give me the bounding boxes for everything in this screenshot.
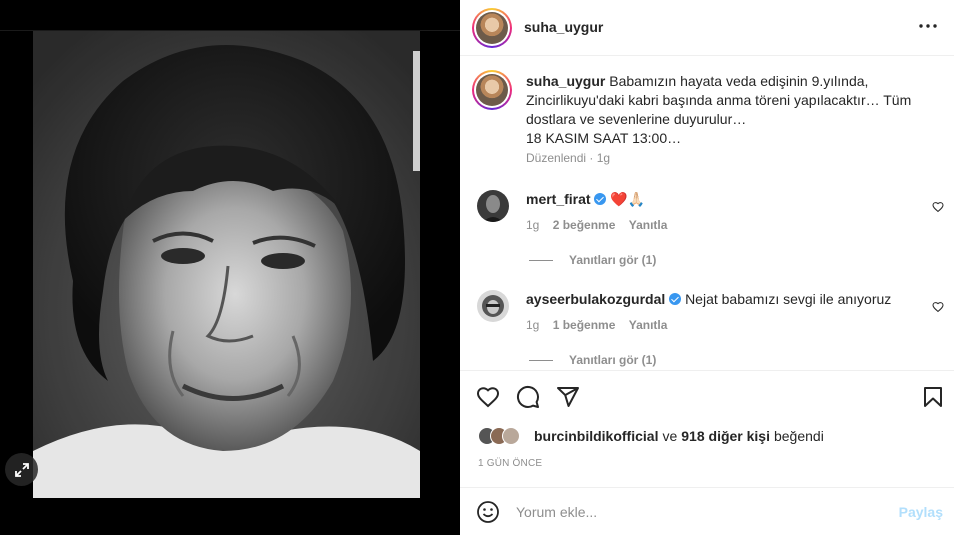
likes-suffix: beğendi — [773, 428, 824, 444]
view-replies-label: Yanıtları gör (1) — [569, 353, 657, 367]
comment-text: ❤️🙏🏻 — [610, 191, 646, 207]
post-comment-button[interactable]: Paylaş — [899, 504, 943, 520]
expand-button[interactable] — [5, 453, 38, 486]
likes-summary[interactable]: burcinbildikofficial ve 918 diğer kişi b… — [478, 427, 824, 445]
portrait-image — [33, 31, 420, 498]
comment-time[interactable]: 1g — [526, 318, 539, 332]
comment-likes[interactable]: 1 beğenme — [553, 318, 616, 332]
edited-label: Düzenlendi — [526, 151, 587, 165]
more-options-button[interactable] — [916, 14, 940, 38]
replies-divider — [529, 359, 553, 361]
add-comment-bar: Paylaş — [460, 487, 954, 535]
comment-item: mert_firat ❤️🙏🏻 — [526, 190, 645, 209]
liker-username[interactable]: burcinbildikofficial — [534, 428, 658, 444]
share-send-icon[interactable] — [556, 385, 580, 409]
post-timestamp[interactable]: 1 GÜN ÖNCE — [478, 458, 542, 469]
view-replies-button[interactable]: Yanıtları gör (1) — [529, 353, 656, 367]
comment-avatar[interactable] — [477, 190, 509, 222]
post-actions: burcinbildikofficial ve 918 diğer kişi b… — [460, 370, 954, 486]
like-heart-icon[interactable] — [476, 385, 500, 409]
caption-text-2: 18 KASIM SAAT 13:00… — [526, 130, 682, 146]
comment-item: ayseerbulakozgurdal Nejat babamızı sevgi… — [526, 290, 891, 309]
likes-connector: ve — [662, 428, 678, 444]
like-comment-heart-icon[interactable] — [932, 201, 944, 213]
comment-avatar[interactable] — [477, 290, 509, 322]
post-header: suha_uygur — [460, 0, 954, 56]
comment-input[interactable] — [516, 500, 886, 524]
view-replies-label: Yanıtları gör (1) — [569, 253, 657, 267]
likes-others[interactable]: 918 diğer kişi — [681, 428, 770, 444]
liker-avatars — [478, 427, 526, 445]
emoji-icon[interactable] — [476, 500, 500, 524]
like-comment-heart-icon[interactable] — [932, 301, 944, 313]
caption-meta: Düzenlendi · 1g — [526, 151, 611, 165]
reply-button[interactable]: Yanıtla — [629, 218, 668, 232]
view-replies-button[interactable]: Yanıtları gör (1) — [529, 253, 656, 267]
replies-divider — [529, 259, 553, 261]
comment-text: Nejat babamızı sevgi ile anıyoruz — [685, 291, 892, 307]
comment-bubble-icon[interactable] — [516, 385, 540, 409]
liker-avatar — [502, 427, 520, 445]
comment-likes[interactable]: 2 beğenme — [553, 218, 616, 232]
caption-time[interactable]: 1g — [597, 151, 610, 165]
comment-username[interactable]: mert_firat — [526, 191, 591, 207]
reply-button[interactable]: Yanıtla — [629, 318, 668, 332]
author-avatar[interactable] — [472, 8, 512, 48]
comment-meta: 1g 1 beğenme Yanıtla — [526, 318, 667, 332]
caption-username[interactable]: suha_uygur — [526, 73, 605, 89]
post-photo[interactable] — [33, 31, 420, 498]
comments-list[interactable]: suha_uygur Babamızın hayata veda edişini… — [460, 57, 954, 370]
post-details-panel: suha_uygur suha_uygur Babamızın hayata v… — [460, 0, 954, 535]
caption: suha_uygur Babamızın hayata veda edişini… — [526, 72, 931, 148]
caption-avatar[interactable] — [472, 70, 512, 110]
verified-badge-icon — [669, 293, 682, 305]
expand-icon — [14, 462, 29, 477]
comment-username[interactable]: ayseerbulakozgurdal — [526, 291, 665, 307]
post-media-pane — [0, 0, 460, 535]
verified-badge-icon — [594, 193, 607, 205]
comment-time[interactable]: 1g — [526, 218, 539, 232]
more-horizontal-icon — [919, 24, 937, 28]
author-username[interactable]: suha_uygur — [524, 19, 603, 35]
comment-meta: 1g 2 beğenme Yanıtla — [526, 218, 667, 232]
save-bookmark-icon[interactable] — [921, 385, 945, 409]
